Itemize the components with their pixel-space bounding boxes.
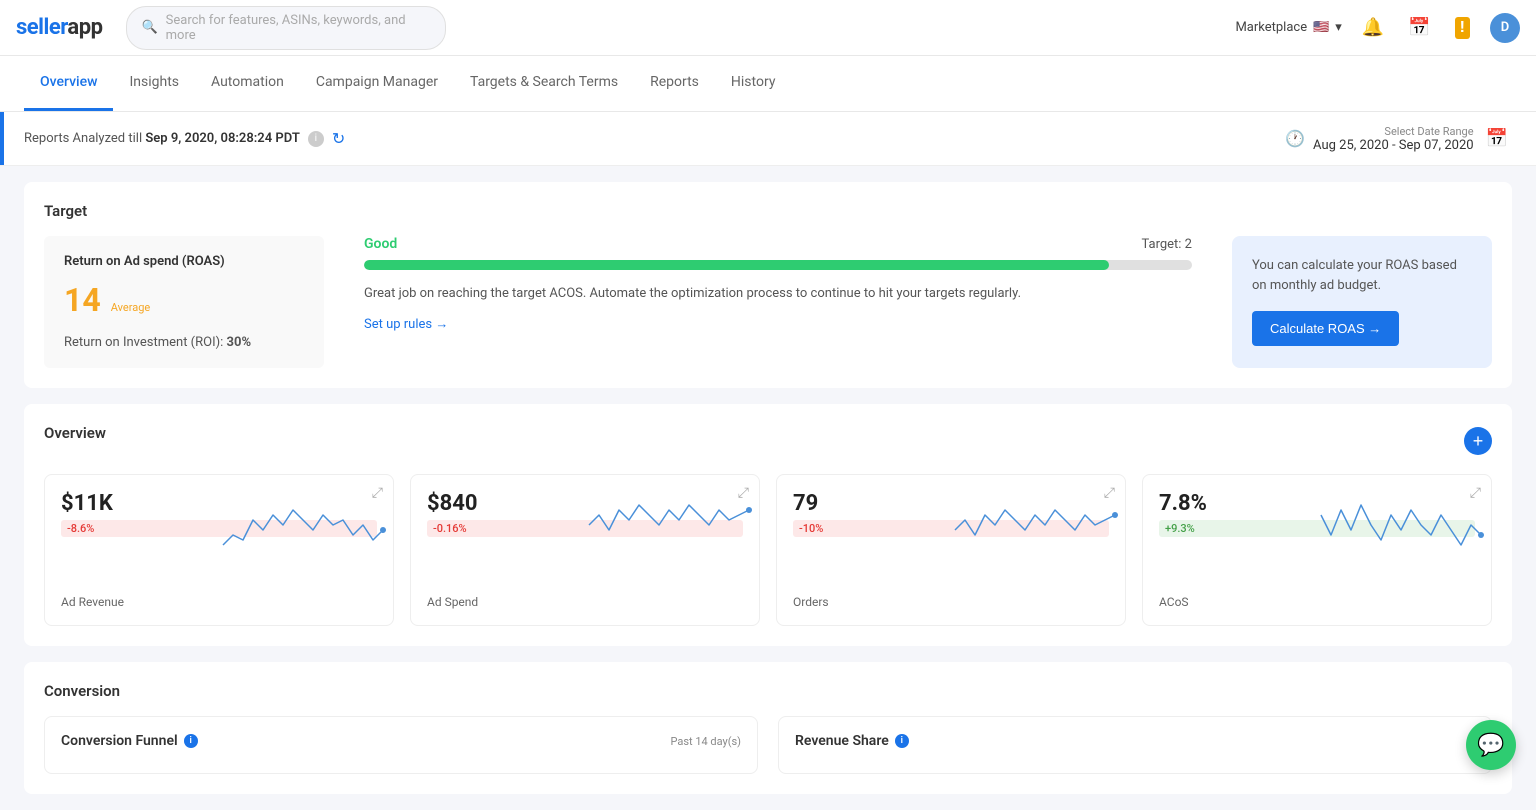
progress-target-label: Target: 2 bbox=[1141, 237, 1192, 252]
funnel-info-icon[interactable]: i bbox=[184, 734, 198, 748]
acos-label: ACoS bbox=[1159, 595, 1475, 609]
tab-targets-search-terms[interactable]: Targets & Search Terms bbox=[454, 56, 634, 111]
logo-text: sellerapp bbox=[16, 15, 102, 40]
reports-bar: Reports Analyzed till Sep 9, 2020, 08:28… bbox=[0, 112, 1536, 166]
conversion-funnel-title: Conversion Funnel i bbox=[61, 733, 198, 749]
target-section: Target Return on Ad spend (ROAS) 14 Aver… bbox=[24, 182, 1512, 388]
funnel-subtitle: Past 14 day(s) bbox=[670, 735, 741, 748]
setup-rules-link[interactable]: Set up rules → bbox=[364, 317, 448, 332]
secondary-navigation: Overview Insights Automation Campaign Ma… bbox=[0, 56, 1536, 112]
date-picker-button[interactable]: 📅 bbox=[1482, 124, 1512, 153]
ad-spend-label: Ad Spend bbox=[427, 595, 743, 609]
ad-spend-chart bbox=[589, 495, 749, 555]
notification-bell-button[interactable]: 🔔 bbox=[1358, 13, 1388, 42]
search-placeholder: Search for features, ASINs, keywords, an… bbox=[166, 13, 432, 43]
calendar-button[interactable]: 📅 bbox=[1404, 13, 1434, 42]
metric-card-ad-spend: ⤢ $840 -0.16% Ad Spend bbox=[410, 474, 760, 626]
calculate-roas-button[interactable]: Calculate ROAS → bbox=[1252, 311, 1399, 346]
revenue-info-icon[interactable]: i bbox=[895, 734, 909, 748]
ad-revenue-chart bbox=[223, 495, 383, 555]
orders-label: Orders bbox=[793, 595, 1109, 609]
progress-description: Great job on reaching the target ACOS. A… bbox=[364, 284, 1192, 304]
calculate-roas-card: You can calculate your ROAS based on mon… bbox=[1232, 236, 1492, 368]
calendar-icon: 📅 bbox=[1486, 128, 1508, 149]
metrics-grid: ⤢ $11K -8.6% Ad Revenue ⤢ $840 -0.16% Ad… bbox=[44, 474, 1492, 626]
orders-chart bbox=[955, 495, 1115, 555]
metric-card-orders: ⤢ 79 -10% Orders bbox=[776, 474, 1126, 626]
alert-icon: ! bbox=[1455, 17, 1470, 39]
ad-revenue-label: Ad Revenue bbox=[61, 595, 377, 609]
progress-header: Good Target: 2 bbox=[364, 236, 1192, 252]
info-icon[interactable]: i bbox=[308, 131, 324, 147]
tab-campaign-manager[interactable]: Campaign Manager bbox=[300, 56, 454, 111]
overview-section: Overview + ⤢ $11K -8.6% Ad Revenue ⤢ $84… bbox=[24, 404, 1512, 646]
bell-icon: 🔔 bbox=[1362, 17, 1384, 38]
tab-automation[interactable]: Automation bbox=[195, 56, 300, 111]
roas-value: 14 bbox=[64, 281, 101, 319]
progress-bar-fill bbox=[364, 260, 1109, 270]
acos-chart bbox=[1321, 495, 1481, 555]
revenue-share-header: Revenue Share i bbox=[795, 733, 1475, 749]
target-card: Return on Ad spend (ROAS) 14 Average Ret… bbox=[44, 236, 1492, 368]
clock-icon: 🕐 bbox=[1285, 129, 1305, 148]
roi-text: Return on Investment (ROI): 30% bbox=[64, 335, 304, 350]
revenue-share-title: Revenue Share i bbox=[795, 733, 909, 749]
target-section-title: Target bbox=[44, 202, 1492, 220]
conversion-funnel-header: Conversion Funnel i Past 14 day(s) bbox=[61, 733, 741, 749]
conversion-grid: Conversion Funnel i Past 14 day(s) Reven… bbox=[44, 716, 1492, 774]
avatar[interactable]: D bbox=[1490, 13, 1520, 43]
top-nav-right: Marketplace 🇺🇸 ▾ 🔔 📅 ! D bbox=[1235, 13, 1520, 43]
add-metric-button[interactable]: + bbox=[1464, 427, 1492, 455]
progress-section: Good Target: 2 Great job on reaching the… bbox=[344, 236, 1212, 368]
metric-card-acos: ⤢ 7.8% +9.3% ACoS bbox=[1142, 474, 1492, 626]
chevron-down-icon: ▾ bbox=[1335, 20, 1342, 35]
chat-widget-button[interactable]: 💬 bbox=[1466, 720, 1516, 770]
marketplace-selector[interactable]: Marketplace 🇺🇸 ▾ bbox=[1235, 20, 1341, 35]
plus-icon: + bbox=[1473, 431, 1484, 452]
roas-card: Return on Ad spend (ROAS) 14 Average Ret… bbox=[44, 236, 324, 368]
progress-bar bbox=[364, 260, 1192, 270]
conversion-title: Conversion bbox=[44, 682, 1492, 700]
overview-header: Overview + bbox=[44, 424, 1492, 458]
progress-good-label: Good bbox=[364, 236, 397, 252]
main-content: Reports Analyzed till Sep 9, 2020, 08:28… bbox=[0, 112, 1536, 794]
tab-insights[interactable]: Insights bbox=[113, 56, 195, 111]
marketplace-label: Marketplace bbox=[1235, 20, 1307, 35]
roas-badge: Average bbox=[111, 301, 151, 314]
tab-overview[interactable]: Overview bbox=[24, 56, 113, 111]
refresh-icon[interactable]: ↻ bbox=[332, 129, 345, 148]
flag-icon: 🇺🇸 bbox=[1313, 20, 1329, 35]
conversion-funnel-card: Conversion Funnel i Past 14 day(s) bbox=[44, 716, 758, 774]
calendar-icon: 📅 bbox=[1408, 17, 1430, 38]
date-range-value: Aug 25, 2020 - Sep 07, 2020 bbox=[1313, 138, 1474, 153]
conversion-section: Conversion Conversion Funnel i Past 14 d… bbox=[24, 662, 1512, 794]
reports-analyzed-text: Reports Analyzed till Sep 9, 2020, 08:28… bbox=[24, 131, 300, 146]
date-range-label: Select Date Range bbox=[1313, 125, 1474, 138]
search-bar[interactable]: 🔍 Search for features, ASINs, keywords, … bbox=[126, 6, 446, 50]
blue-accent-border bbox=[0, 112, 4, 165]
tab-reports[interactable]: Reports bbox=[634, 56, 715, 111]
roas-title: Return on Ad spend (ROAS) bbox=[64, 254, 304, 269]
alerts-button[interactable]: ! bbox=[1451, 13, 1474, 43]
revenue-share-card: Revenue Share i bbox=[778, 716, 1492, 774]
metric-card-ad-revenue: ⤢ $11K -8.6% Ad Revenue bbox=[44, 474, 394, 626]
chat-icon: 💬 bbox=[1477, 733, 1504, 758]
app-logo[interactable]: sellerapp bbox=[16, 15, 102, 40]
top-navigation: sellerapp 🔍 Search for features, ASINs, … bbox=[0, 0, 1536, 56]
overview-title: Overview bbox=[44, 424, 106, 442]
search-icon: 🔍 bbox=[141, 20, 157, 35]
tab-history[interactable]: History bbox=[715, 56, 792, 111]
calc-description: You can calculate your ROAS based on mon… bbox=[1252, 256, 1472, 295]
date-range-section: 🕐 Select Date Range Aug 25, 2020 - Sep 0… bbox=[1285, 124, 1512, 153]
